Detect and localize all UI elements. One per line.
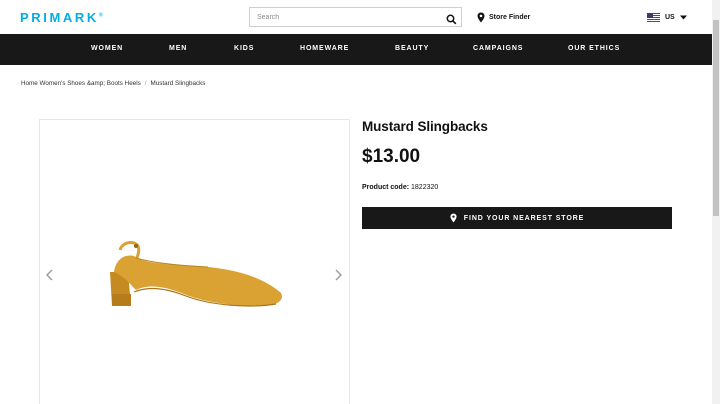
chevron-right-icon — [335, 269, 342, 281]
location-pin-icon — [450, 213, 457, 223]
search-button[interactable] — [446, 12, 457, 25]
search-input[interactable] — [257, 11, 437, 24]
breadcrumb-home[interactable]: Home — [21, 80, 38, 87]
chevron-left-icon — [46, 269, 53, 281]
find-nearest-store-button[interactable]: FIND YOUR NEAREST STORE — [362, 207, 672, 229]
breadcrumb-current: Mustard Slingbacks — [150, 80, 206, 87]
product-price: $13.00 — [362, 146, 421, 167]
gallery-next-button[interactable] — [334, 268, 343, 281]
nav-item-campaigns[interactable]: CAMPAIGNS — [473, 45, 523, 52]
primark-logo[interactable]: PRIMARK® — [20, 10, 103, 25]
main-nav: WOMEN MEN KIDS HOMEWARE BEAUTY CAMPAIGNS… — [0, 34, 712, 65]
store-finder-label: Store Finder — [489, 13, 531, 21]
page: PRIMARK® Store Finder — [0, 0, 720, 404]
store-finder-link[interactable]: Store Finder — [477, 11, 530, 23]
product-code-value: 1822320 — [411, 184, 439, 191]
nav-item-beauty[interactable]: BEAUTY — [395, 45, 429, 52]
breadcrumb-separator: / — [144, 80, 147, 87]
search-box — [249, 7, 462, 27]
logo-text: PRIMARK — [20, 10, 99, 25]
locale-selector[interactable]: US — [647, 11, 687, 23]
page-scrollbar[interactable] — [712, 0, 720, 404]
scrollbar-thumb[interactable] — [713, 20, 719, 216]
gallery-prev-button[interactable] — [45, 268, 54, 281]
nav-item-our-ethics[interactable]: OUR ETHICS — [568, 45, 620, 52]
us-flag-icon — [647, 12, 660, 22]
breadcrumb-category[interactable]: Women's Shoes &amp; Boots — [40, 80, 123, 87]
site-header: PRIMARK® Store Finder — [0, 0, 712, 34]
search-icon — [446, 14, 457, 25]
product-title: Mustard Slingbacks — [362, 119, 488, 134]
nav-item-kids[interactable]: KIDS — [234, 45, 254, 52]
locale-label: US — [665, 13, 675, 21]
nav-item-homeware[interactable]: HOMEWARE — [300, 45, 349, 52]
location-pin-icon — [477, 12, 485, 22]
product-image — [110, 241, 282, 307]
product-code: Product code: 1822320 — [362, 184, 438, 191]
breadcrumb: Home Women's Shoes &amp; Boots Heels / Mus… — [21, 80, 205, 87]
find-store-label: FIND YOUR NEAREST STORE — [463, 214, 585, 222]
product-gallery — [39, 119, 350, 404]
chevron-down-icon — [679, 15, 687, 19]
breadcrumb-subcategory[interactable]: Heels — [125, 80, 141, 87]
product-code-label: Product code: — [362, 184, 410, 191]
nav-item-men[interactable]: MEN — [169, 45, 187, 52]
nav-item-women[interactable]: WOMEN — [91, 45, 123, 52]
logo-mark: ® — [98, 12, 103, 19]
